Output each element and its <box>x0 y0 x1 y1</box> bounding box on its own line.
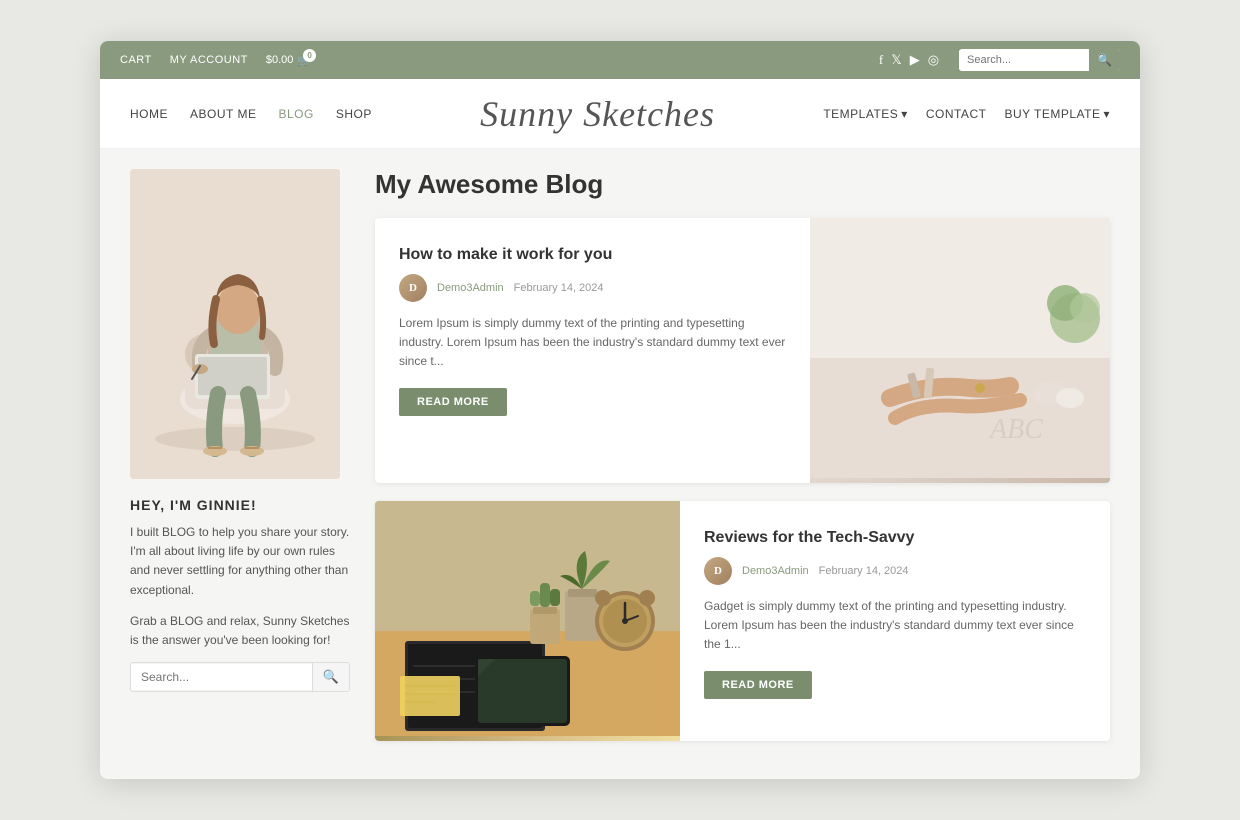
top-search-input[interactable] <box>959 50 1089 70</box>
nav-shop[interactable]: SHOP <box>336 107 372 121</box>
top-bar-right: f 𝕏 ▶ ◎ 🔍 <box>879 49 1120 71</box>
main-nav: HOME ABOUT ME BLOG SHOP Sunny Sketches T… <box>100 79 1140 149</box>
nav-about[interactable]: ABOUT ME <box>190 107 256 121</box>
nav-home[interactable]: HOME <box>130 107 168 121</box>
blog-title: My Awesome Blog <box>375 169 1110 200</box>
sidebar-search-button[interactable]: 🔍 <box>312 663 349 691</box>
post-1-avatar: D <box>399 274 427 302</box>
post-card-2-content: Reviews for the Tech-Savvy D Demo3Admin … <box>680 501 1110 741</box>
youtube-icon[interactable]: ▶ <box>910 52 920 68</box>
nav-contact[interactable]: CONTACT <box>926 107 987 121</box>
blog-main: My Awesome Blog How to make it work for … <box>375 169 1110 759</box>
nav-blog[interactable]: BLOG <box>278 107 313 121</box>
cart-count: 0 <box>303 49 316 62</box>
post-card-2: Reviews for the Tech-Savvy D Demo3Admin … <box>375 501 1110 741</box>
my-account-link[interactable]: MY ACCOUNT <box>170 54 248 66</box>
post-1-date: February 14, 2024 <box>514 282 604 294</box>
site-logo: Sunny Sketches <box>372 93 823 135</box>
nav-templates[interactable]: TEMPLATES ▾ <box>823 107 908 121</box>
post-1-title: How to make it work for you <box>399 246 786 264</box>
post-2-read-more[interactable]: READ MORE <box>704 671 812 699</box>
top-search-button[interactable]: 🔍 <box>1089 49 1120 71</box>
social-icons: f 𝕏 ▶ ◎ <box>879 52 939 68</box>
post-card-1: How to make it work for you D Demo3Admin… <box>375 218 1110 483</box>
sidebar-heading: HEY, I'M GINNIE! <box>130 497 350 513</box>
main-content: HEY, I'M GINNIE! I built BLOG to help yo… <box>100 149 1140 779</box>
post-2-author: Demo3Admin <box>742 565 809 577</box>
post-1-read-more[interactable]: READ MORE <box>399 388 507 416</box>
sidebar-text-2: Grab a BLOG and relax, Sunny Sketches is… <box>130 612 350 650</box>
top-bar: CART MY ACCOUNT $0.00 🛒 0 f 𝕏 ▶ ◎ 🔍 <box>100 41 1140 79</box>
post-2-title: Reviews for the Tech-Savvy <box>704 529 1086 547</box>
cart-link[interactable]: CART <box>120 54 152 66</box>
top-bar-left: CART MY ACCOUNT $0.00 🛒 0 <box>120 54 311 67</box>
post-2-avatar: D <box>704 557 732 585</box>
post-1-meta: D Demo3Admin February 14, 2024 <box>399 274 786 302</box>
nav-buy-template[interactable]: BUY TEMPLATE ▾ <box>1004 107 1110 121</box>
post-card-1-content: How to make it work for you D Demo3Admin… <box>375 218 810 483</box>
sidebar-search: 🔍 <box>130 662 350 692</box>
post-1-excerpt: Lorem Ipsum is simply dummy text of the … <box>399 314 786 372</box>
dropdown-arrow-buy: ▾ <box>1103 107 1110 121</box>
cart-icon-wrap[interactable]: 🛒 0 <box>297 54 311 67</box>
sidebar: HEY, I'M GINNIE! I built BLOG to help yo… <box>130 169 350 759</box>
post-2-image <box>375 501 680 741</box>
instagram-icon[interactable]: ◎ <box>928 52 939 68</box>
svg-text:ABC: ABC <box>988 414 1043 445</box>
facebook-icon[interactable]: f <box>879 52 883 68</box>
sidebar-text-1: I built BLOG to help you share your stor… <box>130 523 350 600</box>
post-1-image: ABC <box>810 218 1110 483</box>
post-2-excerpt: Gadget is simply dummy text of the print… <box>704 597 1086 655</box>
browser-window: CART MY ACCOUNT $0.00 🛒 0 f 𝕏 ▶ ◎ 🔍 <box>100 41 1140 779</box>
sidebar-image <box>130 169 340 479</box>
dropdown-arrow-templates: ▾ <box>901 107 908 121</box>
nav-left: HOME ABOUT ME BLOG SHOP <box>130 107 372 121</box>
top-search-wrap: 🔍 <box>959 49 1120 71</box>
post-2-meta: D Demo3Admin February 14, 2024 <box>704 557 1086 585</box>
nav-right: TEMPLATES ▾ CONTACT BUY TEMPLATE ▾ <box>823 107 1110 121</box>
twitter-icon[interactable]: 𝕏 <box>891 52 901 68</box>
cart-total: $0.00 🛒 0 <box>266 54 311 67</box>
sidebar-search-input[interactable] <box>131 664 312 690</box>
post-2-date: February 14, 2024 <box>819 565 909 577</box>
post-1-author: Demo3Admin <box>437 282 504 294</box>
